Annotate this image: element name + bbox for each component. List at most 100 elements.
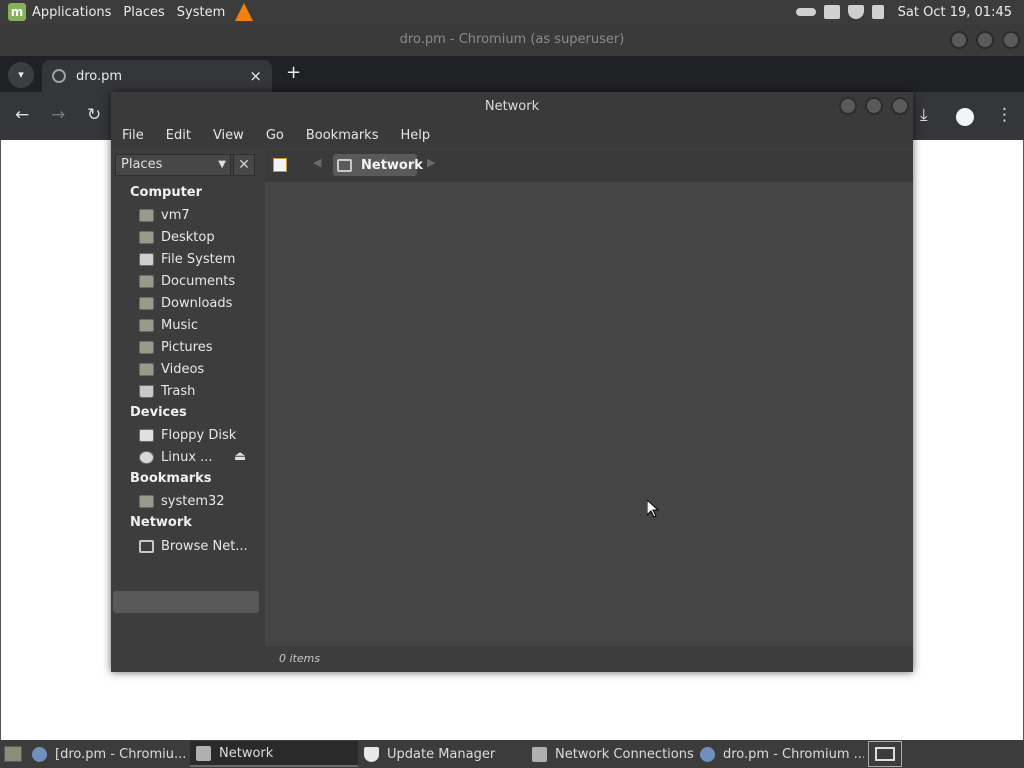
network-icon <box>196 745 211 761</box>
sidebar-item-browse-network[interactable]: Browse Net... <box>139 536 248 556</box>
breadcrumb-label: Network <box>361 157 423 173</box>
taskbar-item-label: Update Manager <box>387 746 496 762</box>
tab-close-icon[interactable]: × <box>249 67 262 85</box>
chevron-down-icon: ▼ <box>218 159 226 170</box>
status-bar: 0 items <box>265 646 913 672</box>
taskbar-item-update-manager[interactable]: Update Manager <box>358 741 526 767</box>
menu-edit[interactable]: Edit <box>155 128 202 143</box>
shield-icon <box>364 746 379 762</box>
close-sidebar-button[interactable]: ✕ <box>233 154 255 176</box>
desktop-icon <box>4 746 22 762</box>
menu-bookmarks[interactable]: Bookmarks <box>295 128 390 143</box>
sidebar-item-desktop[interactable]: Desktop <box>139 227 215 247</box>
shield-icon[interactable] <box>847 5 864 19</box>
places-menu[interactable]: Places <box>117 0 170 24</box>
tab-title: dro.pm <box>76 68 123 84</box>
volume-icon[interactable] <box>871 5 884 19</box>
download-icon[interactable]: ⤓ <box>920 105 928 125</box>
floppy-icon <box>139 428 154 442</box>
sidebar-item-label: vm7 <box>161 207 190 223</box>
edit-location-icon[interactable] <box>273 158 287 172</box>
file-view[interactable] <box>265 182 913 646</box>
nemo-minimize-button[interactable] <box>839 97 857 115</box>
sidebar-item-label: Linux ... <box>161 449 213 465</box>
clock[interactable]: Sat Oct 19, 01:45 <box>892 0 1018 24</box>
sidebar-item-linux-disc[interactable]: Linux ... <box>139 447 213 467</box>
taskbar-item-label: dro.pm - Chromium ... <box>723 746 864 762</box>
sidebar-item-file-system[interactable]: File System <box>139 249 235 269</box>
nemo-close-button[interactable] <box>891 97 909 115</box>
chromium-icon <box>700 746 715 762</box>
sidebar-heading-network: Network <box>130 515 192 530</box>
taskbar-item-label: [dro.pm - Chromiu... <box>55 746 187 762</box>
forward-icon[interactable]: → <box>51 105 65 125</box>
tab-search-button[interactable]: ▾ <box>8 62 34 88</box>
places-dropdown[interactable]: Places ▼ <box>115 154 231 176</box>
sidebar-heading-computer: Computer <box>130 185 203 200</box>
taskbar-item-network[interactable]: Network <box>190 741 358 767</box>
system-menu[interactable]: System <box>171 0 231 24</box>
globe-icon <box>52 69 66 83</box>
eject-icon[interactable]: ⏏ <box>234 449 246 464</box>
sidebar-item-label: Music <box>161 317 198 333</box>
network-icon[interactable] <box>823 5 840 19</box>
profile-icon[interactable] <box>956 108 974 126</box>
breadcrumb-left-icon[interactable]: ◀ <box>313 156 321 169</box>
sidebar-heading-bookmarks: Bookmarks <box>130 471 212 486</box>
sidebar-item-videos[interactable]: Videos <box>139 359 204 379</box>
chromium-tab[interactable]: dro.pm × <box>42 60 272 92</box>
menu-kebab-icon[interactable]: ⋮ <box>996 105 1013 125</box>
vlc-launcher-icon[interactable] <box>235 3 254 21</box>
sidebar-item-label: Videos <box>161 361 205 377</box>
network-icon <box>532 746 547 762</box>
workspace-icon <box>875 747 895 761</box>
sidebar-item-downloads[interactable]: Downloads <box>139 293 232 313</box>
sidebar-item-label: Documents <box>161 273 236 289</box>
trash-icon <box>139 384 154 398</box>
sidebar-item-label: File System <box>161 251 236 267</box>
reload-icon[interactable]: ↻ <box>87 105 101 125</box>
pictures-folder-icon <box>139 340 154 354</box>
folder-icon <box>139 494 154 508</box>
menu-view[interactable]: View <box>202 128 255 143</box>
nemo-maximize-button[interactable] <box>865 97 883 115</box>
sidebar-item-pictures[interactable]: Pictures <box>139 337 212 357</box>
taskbar: [dro.pm - Chromiu... Network Update Mana… <box>0 740 1024 768</box>
menubar: File Edit View Go Bookmarks Help <box>111 122 913 148</box>
sidebar-heading-devices: Devices <box>130 405 187 420</box>
mint-menu-icon[interactable]: m <box>8 3 26 21</box>
downloads-folder-icon <box>139 296 154 310</box>
drive-icon <box>139 252 154 266</box>
file-manager-titlebar: Network <box>111 92 913 122</box>
music-folder-icon <box>139 318 154 332</box>
sidebar-item-vm7[interactable]: vm7 <box>139 205 190 225</box>
home-folder-icon <box>139 208 154 222</box>
applications-menu[interactable]: Applications <box>26 0 117 24</box>
menu-go[interactable]: Go <box>255 128 295 143</box>
show-desktop-button[interactable] <box>0 741 26 767</box>
sidebar-item-floppy[interactable]: Floppy Disk <box>139 425 236 445</box>
menu-help[interactable]: Help <box>389 128 441 143</box>
file-manager-window: Network File Edit View Go Bookmarks Help… <box>111 92 913 672</box>
chromium-icon <box>32 746 47 762</box>
menu-file[interactable]: File <box>111 128 155 143</box>
chromium-maximize-button[interactable] <box>976 31 994 49</box>
sidebar-item-music[interactable]: Music <box>139 315 198 335</box>
sidebar-item-documents[interactable]: Documents <box>139 271 235 291</box>
taskbar-item-chromium-1[interactable]: [dro.pm - Chromiu... <box>26 741 190 767</box>
taskbar-item-network-connections[interactable]: Network Connections <box>526 741 694 767</box>
chromium-minimize-button[interactable] <box>950 31 968 49</box>
breadcrumb-network[interactable]: Network <box>333 154 423 176</box>
chromium-close-button[interactable] <box>1002 31 1020 49</box>
videos-folder-icon <box>139 362 154 376</box>
places-dropdown-label: Places <box>121 157 163 172</box>
breadcrumb-right-icon[interactable]: ▶ <box>427 156 435 169</box>
back-icon[interactable]: ← <box>15 105 29 125</box>
sidebar-item-trash[interactable]: Trash <box>139 381 195 401</box>
new-tab-button[interactable]: + <box>286 62 301 83</box>
key-icon[interactable] <box>795 8 816 16</box>
taskbar-item-label: Network <box>219 745 274 761</box>
taskbar-item-chromium-2[interactable]: dro.pm - Chromium ... <box>694 741 864 767</box>
workspace-switcher[interactable] <box>868 741 902 767</box>
sidebar-item-system32[interactable]: system32 <box>139 491 225 511</box>
